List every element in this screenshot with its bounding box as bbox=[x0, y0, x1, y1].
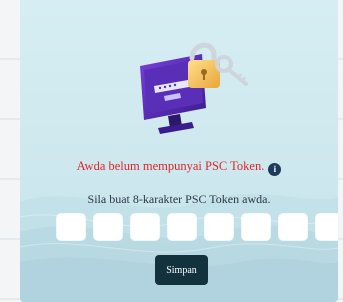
monitor-padlock-key-icon bbox=[140, 42, 248, 134]
no-token-warning: Awda belum mempunyai PSC Token. i bbox=[20, 159, 338, 176]
info-icon[interactable]: i bbox=[268, 163, 282, 176]
token-digit-input[interactable] bbox=[168, 214, 196, 240]
token-digit-input[interactable] bbox=[205, 214, 233, 240]
save-button[interactable]: Simpan bbox=[155, 255, 208, 285]
token-digit-input[interactable] bbox=[57, 214, 85, 240]
psc-token-card: Awda belum mempunyai PSC Token. i Sila bu… bbox=[20, 0, 338, 302]
warning-text: Awda belum mempunyai PSC Token. bbox=[76, 159, 265, 173]
token-digit-input[interactable] bbox=[131, 214, 159, 240]
token-digit-input[interactable] bbox=[279, 214, 307, 240]
create-token-hint: Sila buat 8-karakter PSC Token awda. bbox=[87, 192, 271, 206]
token-digit-input[interactable] bbox=[242, 214, 270, 240]
token-digit-input[interactable] bbox=[316, 214, 338, 240]
token-digit-input[interactable] bbox=[94, 214, 122, 240]
psc-token-inputs bbox=[57, 214, 338, 240]
